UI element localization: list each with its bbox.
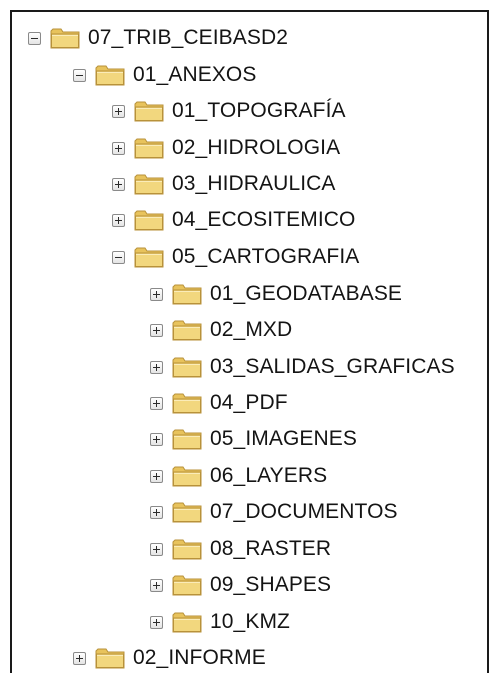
expand-toggle-icon[interactable]	[150, 615, 163, 629]
expand-toggle-icon[interactable]	[73, 651, 86, 665]
node-label: 01_ANEXOS	[133, 63, 257, 86]
tree-node-anexos[interactable]: 01_ANEXOS	[73, 57, 256, 93]
node-label: 02_INFORME	[133, 646, 266, 669]
collapse-toggle-icon[interactable]	[112, 250, 125, 264]
node-label: 03_HIDRAULICA	[172, 172, 336, 195]
node-label: 08_RASTER	[210, 537, 332, 560]
tree-node-kmz[interactable]: 10_KMZ	[150, 604, 290, 640]
tree-node-raster[interactable]: 08_RASTER	[150, 531, 331, 567]
expand-toggle-icon[interactable]	[112, 213, 125, 227]
folder-icon	[134, 247, 164, 268]
node-label: 03_SALIDAS_GRAFICAS	[210, 355, 455, 378]
tree-node-hidrologia[interactable]: 02_HIDROLOGIA	[112, 130, 340, 166]
tree-node-cartografia[interactable]: 05_CARTOGRAFIA	[112, 239, 359, 275]
folder-icon	[95, 65, 125, 86]
folder-icon	[172, 393, 202, 414]
node-label: 09_SHAPES	[210, 573, 332, 596]
tree-node-pdf[interactable]: 04_PDF	[150, 385, 288, 421]
tree-node-imagenes[interactable]: 05_IMAGENES	[150, 421, 357, 457]
node-label: 01_GEODATABASE	[210, 282, 403, 305]
folder-icon	[172, 575, 202, 596]
folder-icon	[172, 612, 202, 633]
expand-toggle-icon[interactable]	[150, 287, 163, 301]
node-label: 07_DOCUMENTOS	[210, 500, 398, 523]
tree-node-salidas-graficas[interactable]: 03_SALIDAS_GRAFICAS	[150, 349, 455, 385]
expand-toggle-icon[interactable]	[150, 323, 163, 337]
node-label: 10_KMZ	[210, 610, 290, 633]
tree-node-geodatabase[interactable]: 01_GEODATABASE	[150, 276, 402, 312]
expand-toggle-icon[interactable]	[112, 104, 125, 118]
node-label: 05_IMAGENES	[210, 427, 357, 450]
tree-node-topografia[interactable]: 01_TOPOGRAFÍA	[112, 93, 346, 129]
folder-icon	[172, 502, 202, 523]
node-label: 05_CARTOGRAFIA	[172, 245, 360, 268]
node-label: 02_HIDROLOGIA	[172, 136, 341, 159]
folder-icon	[172, 357, 202, 378]
tree-node-hidraulica[interactable]: 03_HIDRAULICA	[112, 166, 336, 202]
expand-toggle-icon[interactable]	[150, 578, 163, 592]
folder-tree: 07_TRIB_CEIBASD2 01_ANEXOS 01_TOPOGRAFÍA…	[0, 0, 489, 673]
folder-icon	[172, 466, 202, 487]
expand-toggle-icon[interactable]	[150, 542, 163, 556]
tree-node-informe[interactable]: 02_INFORME	[73, 640, 266, 676]
collapse-toggle-icon[interactable]	[28, 31, 41, 45]
tree-node-shapes[interactable]: 09_SHAPES	[150, 567, 331, 603]
folder-icon	[172, 539, 202, 560]
folder-icon	[50, 28, 80, 49]
expand-toggle-icon[interactable]	[150, 505, 163, 519]
folder-icon	[95, 648, 125, 669]
expand-toggle-icon[interactable]	[150, 396, 163, 410]
tree-node-ecositemico[interactable]: 04_ECOSITEMICO	[112, 202, 355, 238]
tree-node-root[interactable]: 07_TRIB_CEIBASD2	[28, 20, 288, 56]
node-label: 06_LAYERS	[210, 464, 328, 487]
expand-toggle-icon[interactable]	[150, 469, 163, 483]
folder-icon	[134, 174, 164, 195]
expand-toggle-icon[interactable]	[150, 432, 163, 446]
node-label: 01_TOPOGRAFÍA	[172, 99, 346, 122]
node-label: 02_MXD	[210, 318, 293, 341]
tree-node-mxd[interactable]: 02_MXD	[150, 312, 292, 348]
expand-toggle-icon[interactable]	[112, 141, 125, 155]
folder-icon	[134, 210, 164, 231]
tree-node-layers[interactable]: 06_LAYERS	[150, 458, 327, 494]
collapse-toggle-icon[interactable]	[73, 68, 86, 82]
node-label: 04_ECOSITEMICO	[172, 208, 356, 231]
folder-icon	[172, 284, 202, 305]
node-label: 07_TRIB_CEIBASD2	[88, 26, 289, 49]
folder-icon	[172, 429, 202, 450]
tree-node-documentos[interactable]: 07_DOCUMENTOS	[150, 494, 398, 530]
folder-icon	[134, 138, 164, 159]
folder-icon	[172, 320, 202, 341]
expand-toggle-icon[interactable]	[112, 177, 125, 191]
folder-icon	[134, 101, 164, 122]
node-label: 04_PDF	[210, 391, 288, 414]
expand-toggle-icon[interactable]	[150, 360, 163, 374]
